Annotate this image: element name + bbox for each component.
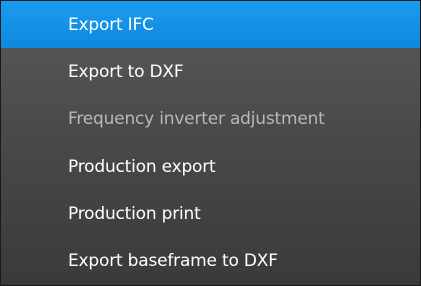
menu-item-production-export[interactable]: Production export <box>1 143 420 190</box>
menu-item-export-to-dxf[interactable]: Export to DXF <box>1 48 420 95</box>
menu-item-label: Frequency inverter adjustment <box>68 109 325 130</box>
menu-item-label: Production export <box>68 156 216 177</box>
menu-item-production-print[interactable]: Production print <box>1 190 420 237</box>
menu-item-frequency-inverter-adjustment: Frequency inverter adjustment <box>1 96 420 143</box>
menu-item-label: Production print <box>68 203 201 224</box>
menu-item-label: Export baseframe to DXF <box>68 251 278 272</box>
menu-item-label: Export to DXF <box>68 61 184 82</box>
menu-item-label: Export IFC <box>68 14 154 35</box>
menu-item-export-ifc[interactable]: Export IFC <box>1 1 420 49</box>
menu-item-export-baseframe-to-dxf[interactable]: Export baseframe to DXF <box>1 238 420 285</box>
context-menu: Export IFC Export to DXF Frequency inver… <box>0 0 421 286</box>
